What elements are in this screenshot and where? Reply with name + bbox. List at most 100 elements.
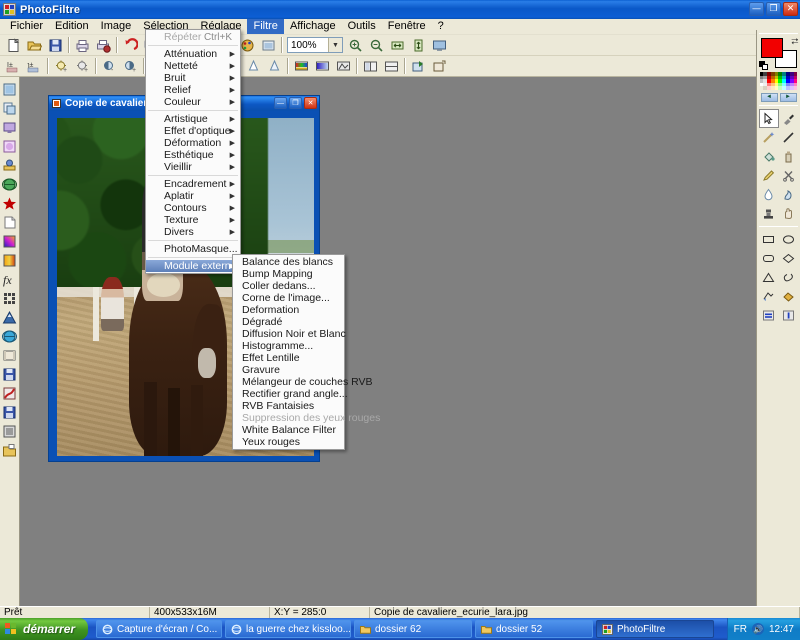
fill-shape-icon[interactable] bbox=[779, 287, 799, 306]
menu-item-deformation-plugin[interactable]: Deformation bbox=[233, 304, 344, 316]
image-icon[interactable] bbox=[1, 80, 19, 98]
menu-item-repeter[interactable]: Répéter Ctrl+K bbox=[146, 31, 240, 43]
zoom-input[interactable]: 100% ▼ bbox=[287, 37, 343, 53]
menu-item-encadrement[interactable]: Encadrement ▶ bbox=[146, 178, 240, 190]
menu-item-help[interactable]: ? bbox=[432, 19, 450, 34]
menu-item-deformation[interactable]: Déformation ▶ bbox=[146, 137, 240, 149]
print-icon[interactable] bbox=[72, 36, 93, 55]
batch-folder-icon[interactable] bbox=[1, 441, 19, 459]
menu-item-bump-mapping[interactable]: Bump Mapping bbox=[233, 268, 344, 280]
swap-colors-icon[interactable]: ⮂ bbox=[791, 36, 798, 47]
document-close-button[interactable]: ✕ bbox=[304, 97, 317, 109]
menu-item-effet-optique[interactable]: Effet d'optique ▶ bbox=[146, 125, 240, 137]
menu-item-image[interactable]: Image bbox=[95, 19, 138, 34]
hand-icon[interactable] bbox=[779, 204, 799, 223]
paint-bucket-icon[interactable] bbox=[759, 147, 779, 166]
print-preview-icon[interactable] bbox=[93, 36, 114, 55]
line-icon[interactable] bbox=[779, 128, 799, 147]
screen-capture-icon[interactable] bbox=[1, 118, 19, 136]
mountain-icon[interactable] bbox=[1, 308, 19, 326]
pencil-icon[interactable] bbox=[759, 166, 779, 185]
save-all-icon[interactable] bbox=[1, 403, 19, 421]
menu-item-balance-des-blancs[interactable]: Balance des blancs bbox=[233, 256, 344, 268]
foreground-color-swatch[interactable] bbox=[760, 38, 783, 58]
menu-item-filtre[interactable]: Filtre bbox=[247, 19, 284, 34]
water-drop-icon[interactable] bbox=[759, 185, 779, 204]
eyedropper-icon[interactable] bbox=[779, 109, 799, 128]
menu-item-divers[interactable]: Divers ▶ bbox=[146, 226, 240, 238]
save-icon[interactable] bbox=[45, 36, 66, 55]
save-as-icon[interactable] bbox=[1, 365, 19, 383]
stamp-tool-icon[interactable] bbox=[759, 204, 779, 223]
rectangle-icon[interactable] bbox=[759, 230, 779, 249]
align-vertical-icon[interactable] bbox=[779, 306, 799, 325]
full-screen-icon[interactable] bbox=[429, 36, 450, 55]
palette-next-button[interactable]: ► bbox=[779, 92, 797, 102]
menu-item-histogramme[interactable]: Histogramme... bbox=[233, 340, 344, 352]
ellipse-icon[interactable] bbox=[779, 230, 799, 249]
menu-item-fenetre[interactable]: Fenêtre bbox=[382, 19, 432, 34]
menu-item-corne-de-limage[interactable]: Corne de l'image... bbox=[233, 292, 344, 304]
taskbar-item-la-guerre-chez-kissloo[interactable]: la guerre chez kissloo... bbox=[225, 620, 351, 638]
menu-item-aplatir[interactable]: Aplatir ▶ bbox=[146, 190, 240, 202]
gradient-icon[interactable] bbox=[312, 57, 333, 76]
frame-tool-icon[interactable] bbox=[1, 422, 19, 440]
reset-colors-icon[interactable] bbox=[758, 61, 768, 70]
undo-icon[interactable] bbox=[120, 36, 141, 55]
volume-icon[interactable]: 🔊 bbox=[751, 623, 764, 635]
gradient-fill-icon[interactable] bbox=[1, 232, 19, 250]
menu-item-outils[interactable]: Outils bbox=[342, 19, 382, 34]
zoom-out-icon[interactable] bbox=[366, 36, 387, 55]
menu-item-couleur[interactable]: Couleur ▶ bbox=[146, 96, 240, 108]
swatch[interactable] bbox=[793, 86, 798, 90]
taskbar-item-dossier-52[interactable]: dossier 52 bbox=[475, 620, 593, 638]
spray-can-icon[interactable] bbox=[779, 147, 799, 166]
copy-image-icon[interactable] bbox=[1, 99, 19, 117]
mask-icon[interactable] bbox=[1, 137, 19, 155]
sharpen-icon[interactable] bbox=[243, 57, 264, 76]
fit-width-icon[interactable] bbox=[387, 36, 408, 55]
menu-item-attenuation[interactable]: Atténuation ▶ bbox=[146, 48, 240, 60]
polygon-icon[interactable] bbox=[759, 287, 779, 306]
language-indicator[interactable]: FR bbox=[734, 624, 747, 635]
rgb-histogram-icon[interactable] bbox=[291, 57, 312, 76]
globe-icon[interactable] bbox=[1, 327, 19, 345]
export-icon[interactable] bbox=[408, 57, 429, 76]
taskbar-item-dossier-62[interactable]: dossier 62 bbox=[354, 620, 472, 638]
align-horizontal-icon[interactable] bbox=[759, 306, 779, 325]
menu-item-effet-lentille[interactable]: Effet Lentille bbox=[233, 352, 344, 364]
star-icon[interactable] bbox=[1, 194, 19, 212]
close-button[interactable]: ✕ bbox=[783, 2, 798, 16]
mirror-icon[interactable] bbox=[360, 57, 381, 76]
film-icon[interactable] bbox=[1, 346, 19, 364]
split-icon[interactable] bbox=[381, 57, 402, 76]
menu-item-artistique[interactable]: Artistique ▶ bbox=[146, 113, 240, 125]
menu-item-bruit[interactable]: Bruit ▶ bbox=[146, 72, 240, 84]
menu-item-rectifier-grand-angle[interactable]: Rectifier grand angle... bbox=[233, 388, 348, 400]
magic-wand-icon[interactable] bbox=[759, 128, 779, 147]
document-minimize-button[interactable]: — bbox=[274, 97, 287, 109]
document-maximize-button[interactable]: ❐ bbox=[289, 97, 302, 109]
menu-item-coller-dedans[interactable]: Coller dedans... bbox=[233, 280, 344, 292]
gamma-minus-icon[interactable]: + bbox=[120, 57, 141, 76]
menu-item-melangeur-de-couches-rvb[interactable]: Mélangeur de couches RVB bbox=[233, 376, 373, 388]
taskbar-item-photofiltre[interactable]: PhotoFiltre bbox=[596, 620, 714, 638]
menu-item-texture[interactable]: Texture ▶ bbox=[146, 214, 240, 226]
page-curl-icon[interactable] bbox=[1, 213, 19, 231]
sharpen-more-icon[interactable] bbox=[264, 57, 285, 76]
sphere-icon[interactable] bbox=[1, 175, 19, 193]
brightness-plus-icon[interactable]: I± bbox=[3, 57, 24, 76]
batch-icon[interactable] bbox=[429, 57, 450, 76]
menu-item-white-balance-filter[interactable]: White Balance Filter bbox=[233, 424, 344, 436]
pointer-select-icon[interactable] bbox=[758, 108, 779, 128]
menu-item-rvb-fantaisies[interactable]: RVB Fantaisies bbox=[233, 400, 344, 412]
menu-item-fichier[interactable]: Fichier bbox=[4, 19, 49, 34]
menu-item-gravure[interactable]: Gravure bbox=[233, 364, 344, 376]
open-folder-icon[interactable] bbox=[24, 36, 45, 55]
palette-prev-button[interactable]: ◄ bbox=[760, 92, 778, 102]
scissors-icon[interactable] bbox=[779, 166, 799, 185]
chevron-down-icon[interactable]: ▼ bbox=[328, 38, 342, 52]
menu-item-nettete[interactable]: Netteté ▶ bbox=[146, 60, 240, 72]
pattern-icon[interactable] bbox=[1, 289, 19, 307]
menu-item-edition[interactable]: Edition bbox=[49, 19, 95, 34]
